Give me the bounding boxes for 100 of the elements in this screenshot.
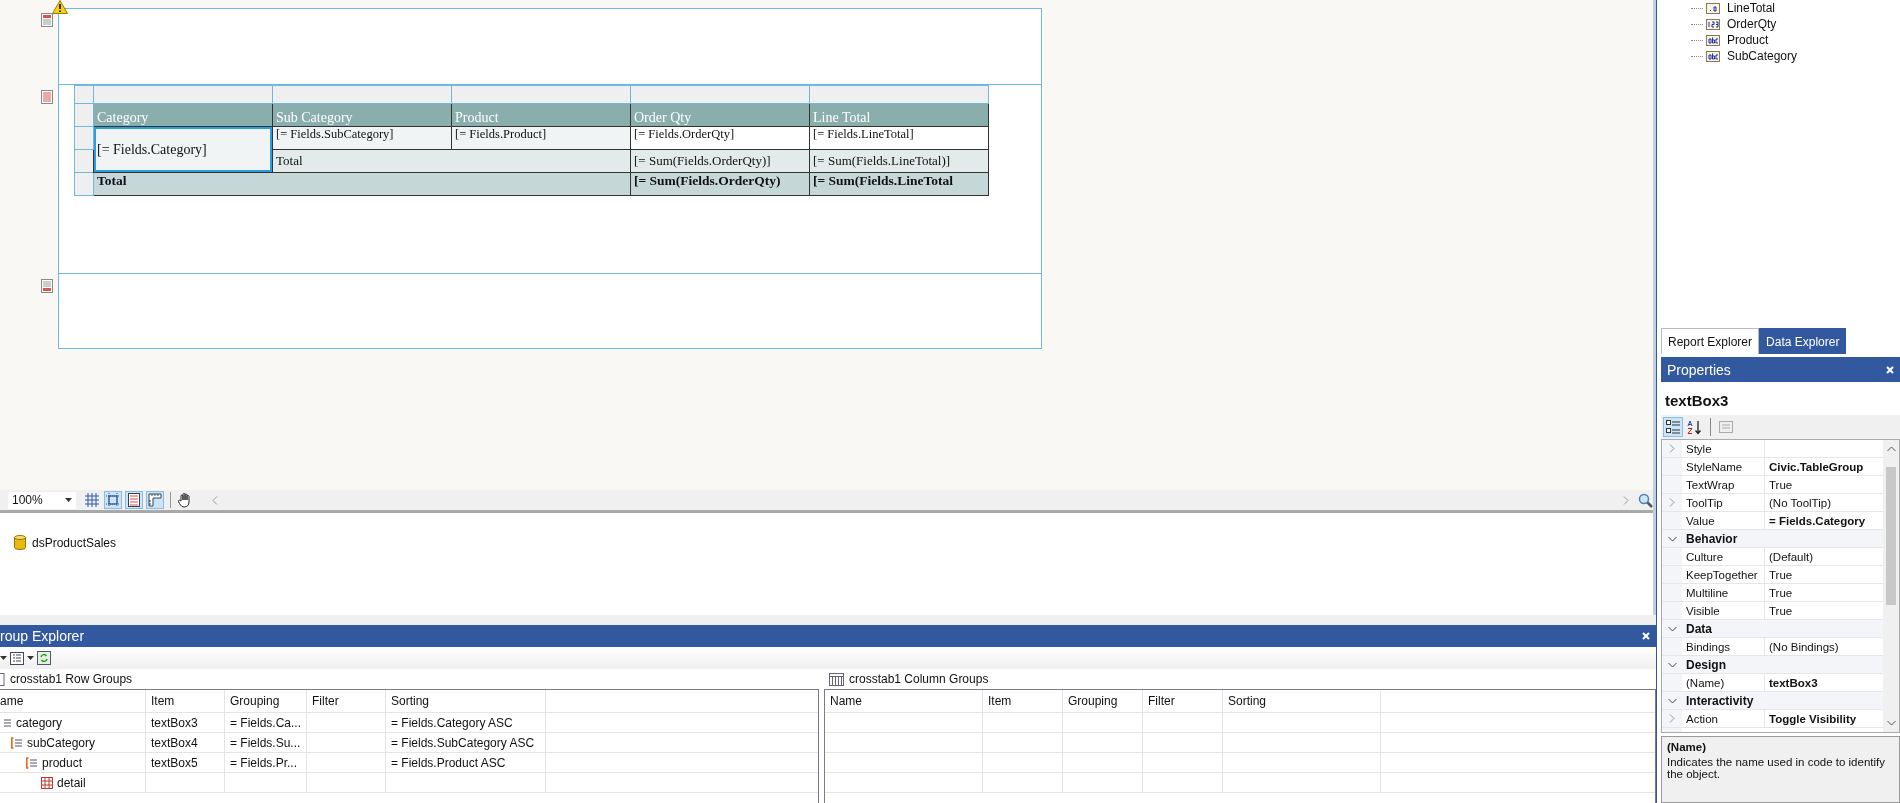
- property-category[interactable]: Design: [1682, 657, 1726, 672]
- column-header[interactable]: ame: [0, 690, 146, 712]
- column-handle[interactable]: [451, 85, 631, 104]
- tab[interactable]: Data Explorer: [1759, 328, 1847, 354]
- column-header[interactable]: Name: [825, 690, 983, 712]
- table-cell[interactable]: [= Fields.OrderQty]: [630, 126, 810, 150]
- column-header[interactable]: Sorting: [386, 690, 546, 712]
- expand-chevron-icon[interactable]: [1669, 714, 1675, 723]
- property-value[interactable]: True: [1769, 586, 1793, 599]
- property-value[interactable]: True: [1769, 568, 1793, 581]
- field-item[interactable]: Product: [1727, 33, 1769, 47]
- property-name[interactable]: Multiline: [1682, 584, 1765, 601]
- property-name[interactable]: KeepTogether: [1682, 566, 1765, 583]
- field-item[interactable]: OrderQty: [1727, 17, 1777, 31]
- data-source-item[interactable]: dsProductSales: [14, 535, 1639, 550]
- categorized-icon[interactable]: [1663, 417, 1683, 437]
- property-name[interactable]: Visible: [1682, 602, 1765, 619]
- close-icon[interactable]: [1642, 632, 1650, 640]
- property-value[interactable]: (No ToolTip): [1769, 496, 1831, 509]
- band-icon[interactable]: [41, 90, 53, 104]
- property-name[interactable]: (Name): [1682, 674, 1765, 691]
- scrollbar-thumb[interactable]: [1886, 467, 1896, 605]
- caret-icon[interactable]: [0, 656, 7, 660]
- tab[interactable]: Report Explorer: [1661, 328, 1760, 354]
- tree-item[interactable]: subCategory: [0, 735, 96, 750]
- property-value[interactable]: Civic.TableGroup: [1769, 460, 1864, 473]
- property-name[interactable]: Action: [1682, 710, 1765, 727]
- zoom-icon[interactable]: [1638, 492, 1653, 508]
- property-name[interactable]: ToolTip: [1682, 494, 1765, 511]
- row-handle[interactable]: [74, 172, 94, 196]
- refresh-icon[interactable]: [37, 651, 51, 665]
- bands-toggle[interactable]: [125, 491, 143, 509]
- tree-item[interactable]: detail: [0, 775, 86, 790]
- column-header[interactable]: Filter: [1143, 690, 1223, 712]
- collapse-chevron-icon[interactable]: [1667, 535, 1677, 542]
- property-value[interactable]: textBox3: [1769, 676, 1818, 689]
- hand-icon[interactable]: [177, 492, 193, 508]
- collapse-chevron-icon[interactable]: [1667, 661, 1677, 668]
- description-title: (Name): [1667, 741, 1707, 753]
- property-name[interactable]: TextWrap: [1682, 476, 1765, 493]
- property-category[interactable]: Data: [1682, 621, 1712, 636]
- table-cell[interactable]: [= Fields.LineTotal]: [809, 126, 989, 150]
- table-cell[interactable]: [= Sum(Fields.OrderQty): [630, 172, 810, 196]
- property-name[interactable]: Culture: [1682, 548, 1765, 565]
- property-name[interactable]: Bindings: [1682, 638, 1765, 655]
- close-icon[interactable]: [1886, 365, 1894, 374]
- property-value[interactable]: = Fields.Category: [1769, 514, 1866, 527]
- row-handle[interactable]: [74, 126, 94, 150]
- row-handle[interactable]: [74, 85, 94, 104]
- column-handle[interactable]: [630, 85, 810, 104]
- property-value[interactable]: (Default): [1769, 550, 1814, 563]
- ruler-toggle[interactable]: [146, 491, 164, 509]
- table-cell[interactable]: [= Fields.Category]: [93, 126, 273, 173]
- collapse-chevron-icon[interactable]: [1667, 697, 1677, 704]
- chevron-down-icon[interactable]: [1886, 720, 1896, 726]
- column-header[interactable]: Sorting: [1223, 690, 1381, 712]
- column-header[interactable]: Grouping: [1063, 690, 1143, 712]
- collapse-chevron-icon[interactable]: [1667, 625, 1677, 632]
- list-icon[interactable]: [10, 651, 24, 665]
- column-handle[interactable]: [272, 85, 452, 104]
- column-handle[interactable]: [809, 85, 989, 104]
- zoom-dropdown[interactable]: 100%: [8, 491, 76, 509]
- chevron-left-icon[interactable]: [212, 495, 218, 505]
- column-header[interactable]: Grouping: [225, 690, 307, 712]
- expand-chevron-icon[interactable]: [1669, 444, 1675, 453]
- tree-item[interactable]: category: [0, 715, 63, 730]
- table-cell[interactable]: [= Sum(Fields.OrderQty)]: [630, 149, 810, 173]
- row-handle[interactable]: [74, 103, 94, 127]
- property-value[interactable]: True: [1769, 478, 1793, 491]
- column-header[interactable]: Filter: [307, 690, 386, 712]
- table-cell[interactable]: Total: [93, 172, 631, 196]
- report-band[interactable]: [58, 85, 1042, 274]
- snap-toggle[interactable]: [104, 491, 122, 509]
- property-value[interactable]: (No Bindings): [1769, 640, 1839, 653]
- column-header[interactable]: Item: [146, 690, 225, 712]
- row-handle[interactable]: [74, 149, 94, 173]
- chevron-right-icon[interactable]: [1623, 495, 1629, 505]
- chevron-up-icon[interactable]: [1886, 446, 1896, 452]
- field-item[interactable]: SubCategory: [1727, 49, 1798, 63]
- panel-title: Properties: [1667, 361, 1731, 378]
- table-cell[interactable]: [= Fields.Product]: [451, 126, 631, 150]
- band-icon[interactable]: [41, 13, 53, 27]
- caret-icon[interactable]: [27, 656, 34, 660]
- table-cell[interactable]: Total: [272, 149, 631, 173]
- table-cell[interactable]: [= Fields.SubCategory]: [272, 126, 452, 150]
- grid-toggle[interactable]: [83, 491, 101, 509]
- field-item[interactable]: LineTotal: [1727, 1, 1776, 15]
- tree-item[interactable]: product: [0, 755, 83, 770]
- expand-chevron-icon[interactable]: [1669, 498, 1675, 507]
- property-value[interactable]: True: [1769, 604, 1793, 617]
- property-value[interactable]: Toggle Visibility: [1769, 712, 1857, 725]
- property-name[interactable]: Value: [1682, 512, 1765, 529]
- column-handle[interactable]: [93, 85, 273, 104]
- column-header[interactable]: Item: [983, 690, 1063, 712]
- table-cell[interactable]: [= Sum(Fields.LineTotal)]: [809, 149, 989, 173]
- vertical-scrollbar[interactable]: [1883, 440, 1899, 732]
- table-cell[interactable]: [= Sum(Fields.LineTotal: [809, 172, 989, 196]
- property-name[interactable]: Style: [1682, 440, 1765, 457]
- property-name[interactable]: StyleName: [1682, 458, 1765, 475]
- band-icon[interactable]: [41, 279, 53, 293]
